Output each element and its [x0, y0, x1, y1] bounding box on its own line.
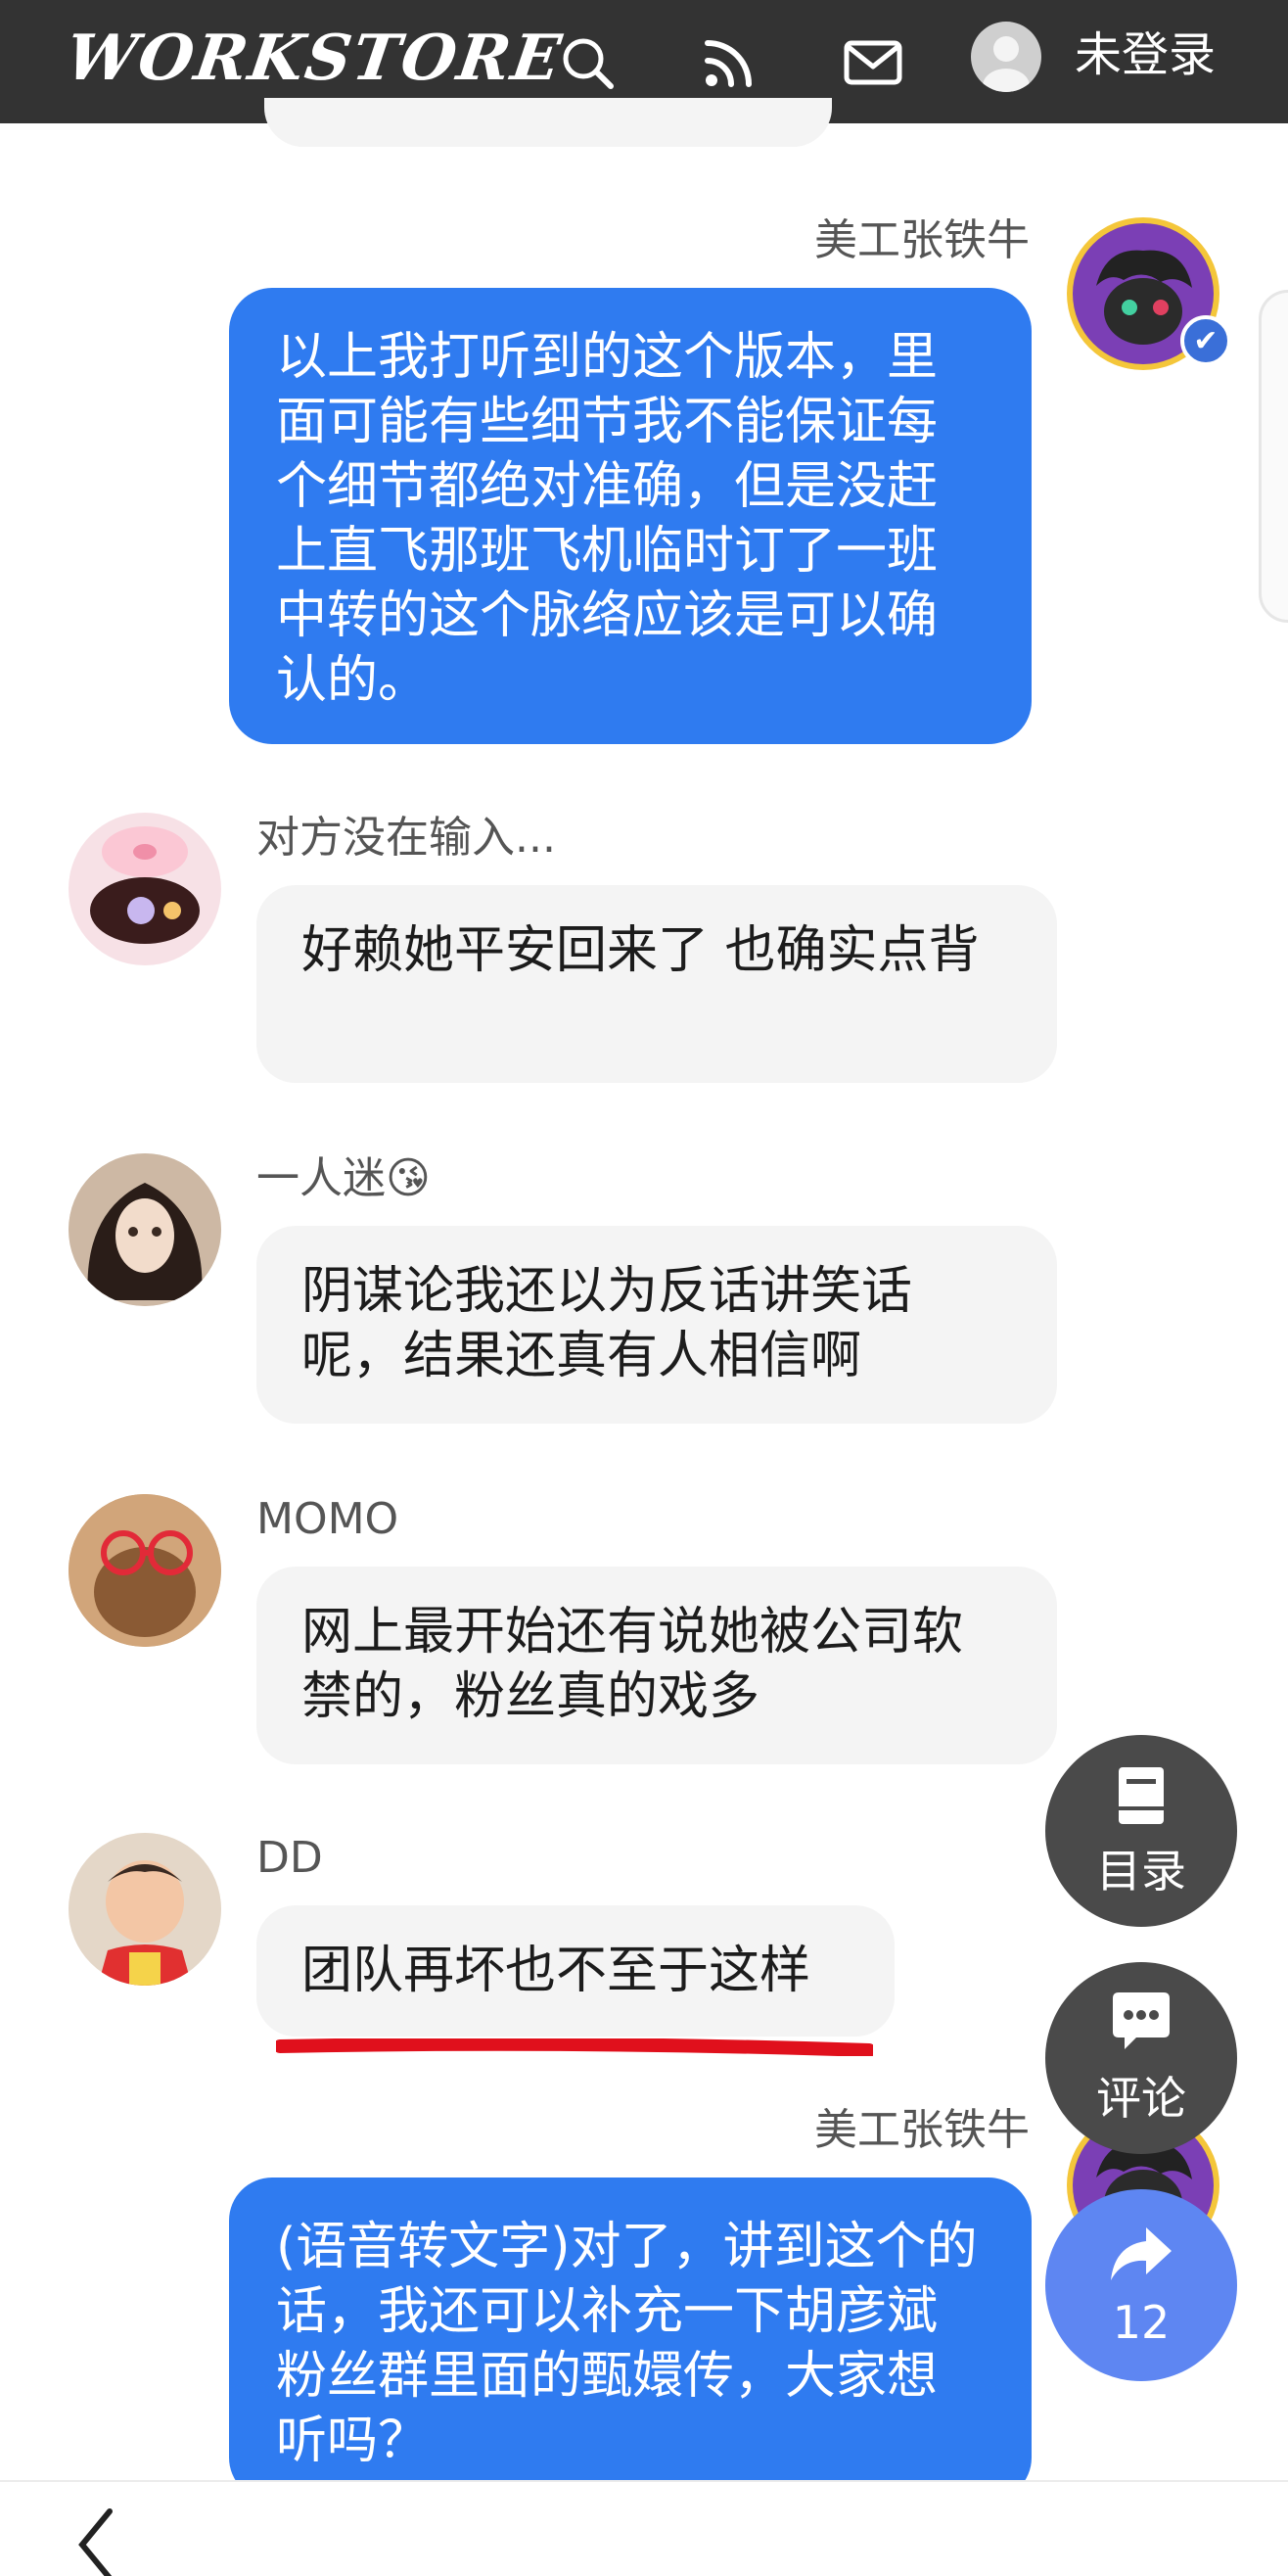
sender-avatar[interactable] [69, 1494, 221, 1647]
message-bubble[interactable]: 好赖她平安回来了 也确实点背 [256, 885, 1057, 1083]
sender-name: MOMO [256, 1494, 399, 1544]
share-count: 12 [1112, 2296, 1171, 2349]
side-panel-tab[interactable] [1259, 290, 1288, 623]
comment-label: 评论 [1096, 2072, 1186, 2125]
sender-name: 对方没在输入... [256, 813, 556, 863]
mail-icon[interactable] [834, 23, 912, 102]
sender-name: DD [256, 1833, 323, 1883]
sender-name: 美工张铁牛 [814, 2105, 1030, 2155]
sender-avatar[interactable] [69, 1833, 221, 1986]
back-arrow-icon[interactable] [69, 2506, 127, 2576]
share-arrow-icon [1111, 2227, 1172, 2280]
message-bubble[interactable]: 网上最开始还有说她被公司软禁的，粉丝真的戏多 [256, 1567, 1057, 1764]
toc-button[interactable]: 目录 [1045, 1735, 1237, 1927]
book-icon [1119, 1767, 1164, 1824]
site-logo[interactable]: WORKSTORE [62, 22, 568, 95]
sender-avatar[interactable] [69, 1153, 221, 1306]
search-icon[interactable] [548, 23, 626, 102]
message-bubble[interactable]: 以上我打听到的这个版本，里面可能有些细节我不能保证每个细节都绝对准确，但是没赶上… [229, 288, 1032, 744]
user-avatar[interactable] [971, 22, 1041, 92]
message-bubble[interactable]: 阴谋论我还以为反话讲笑话呢，结果还真有人相信啊 [256, 1226, 1057, 1424]
toc-label: 目录 [1096, 1845, 1186, 1897]
comment-icon [1113, 1992, 1170, 2049]
sender-avatar[interactable] [69, 813, 221, 965]
login-link[interactable]: 未登录 [1075, 25, 1216, 84]
rss-icon[interactable] [690, 23, 768, 102]
comment-button[interactable]: 评论 [1045, 1962, 1237, 2154]
message-bubble[interactable]: 团队再坏也不至于这样 [256, 1905, 895, 2037]
red-underline-annotation [276, 2038, 873, 2056]
previous-message-bubble [264, 98, 832, 147]
message-bubble[interactable]: (语音转文字)对了，讲到这个的话，我还可以补充一下胡彦斌粉丝群里面的甄嬛传，大家… [229, 2178, 1032, 2501]
bottom-bar [0, 2480, 1288, 2576]
sender-name: 美工张铁牛 [814, 215, 1030, 265]
share-button[interactable]: 12 [1045, 2189, 1237, 2381]
verified-icon: ✔ [1180, 315, 1231, 366]
sender-name: 一人迷😘 [256, 1153, 431, 1203]
